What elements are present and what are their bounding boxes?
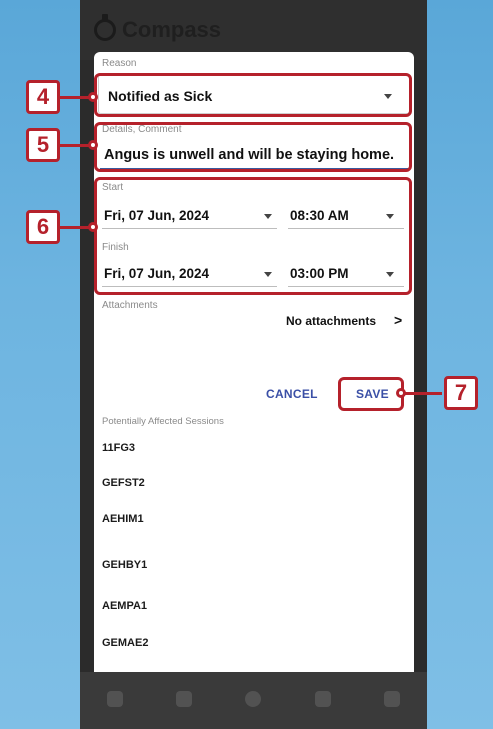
cancel-button[interactable]: CANCEL: [266, 387, 318, 401]
attachments-value[interactable]: No attachments: [286, 314, 376, 328]
chevron-right-icon[interactable]: >: [394, 312, 402, 328]
list-item[interactable]: GEMAE2: [102, 637, 402, 672]
session-code: 11FG3: [102, 442, 136, 454]
callout-dot: [88, 92, 98, 102]
callout-leader: [60, 144, 90, 147]
callout-badge-5: 5: [26, 128, 60, 162]
app-title: Compass: [122, 17, 222, 42]
nav-menu-icon[interactable]: [372, 690, 412, 711]
session-code: AEHIM1: [102, 513, 144, 525]
callout-leader: [60, 226, 90, 229]
callout-dot: [88, 140, 98, 150]
callout-badge-7: 7: [444, 376, 478, 410]
callout-leader: [404, 392, 442, 395]
callout-leader: [60, 96, 90, 99]
bottom-nav: [80, 672, 427, 729]
session-code: GEFST2: [102, 477, 145, 489]
callout-badge-6: 6: [26, 210, 60, 244]
attachments-label: Attachments: [102, 300, 158, 311]
sessions-title: Potentially Affected Sessions: [102, 416, 224, 427]
callout-dot: [88, 222, 98, 232]
nav-calendar-icon[interactable]: [164, 690, 204, 711]
compass-logo-icon: [94, 14, 116, 41]
reason-label: Reason: [102, 58, 137, 69]
callout-badge-4: 4: [26, 80, 60, 114]
callout-box-reason: [94, 73, 412, 117]
callout-dot: [396, 388, 406, 398]
list-item[interactable]: AEHIM1: [102, 513, 402, 553]
list-item[interactable]: GEFST2: [102, 477, 402, 517]
list-item[interactable]: AEMPA1: [102, 600, 402, 640]
callout-box-save: [338, 377, 404, 411]
session-code: GEHBY1: [102, 559, 148, 571]
nav-add-icon[interactable]: [233, 690, 273, 711]
session-code: GEMAE2: [102, 637, 149, 649]
callout-box-times: [94, 177, 412, 295]
nav-home-icon[interactable]: [95, 690, 135, 711]
nav-messages-icon[interactable]: [303, 690, 343, 711]
app-header: Compass: [80, 0, 427, 60]
session-code: AEMPA1: [102, 600, 148, 612]
list-item[interactable]: GEHBY1: [102, 559, 402, 599]
callout-box-details: [94, 122, 412, 172]
list-item[interactable]: 11FG3: [102, 442, 402, 482]
